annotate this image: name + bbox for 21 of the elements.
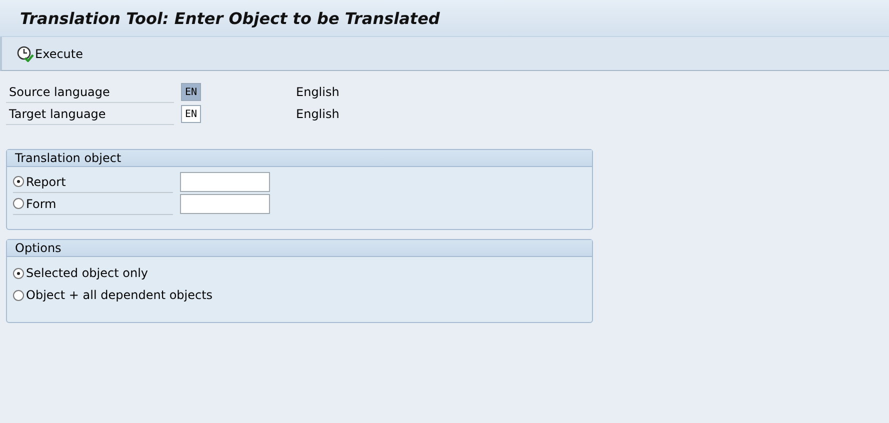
language-name: English	[296, 85, 340, 99]
language-name: English	[296, 107, 340, 121]
input-field[interactable]	[180, 194, 270, 214]
window-title: Translation Tool: Enter Object to be Translated	[20, 8, 440, 28]
field-label: Source language	[6, 82, 174, 102]
radio-option[interactable]: Selected object only	[13, 262, 148, 284]
radio-option[interactable]: Object + all dependent objects	[13, 284, 213, 306]
input-field[interactable]	[180, 172, 270, 192]
radio-button[interactable]	[13, 290, 24, 300]
radio-button[interactable]	[13, 176, 24, 187]
radio-option[interactable]: Report	[13, 172, 173, 192]
group-title: Options	[15, 241, 62, 255]
execute-button[interactable]: Execute	[14, 44, 86, 64]
radio-option[interactable]: Form	[13, 194, 173, 214]
radio-button[interactable]	[13, 198, 24, 209]
group-title: Translation object	[15, 151, 122, 165]
field-label: Target language	[6, 104, 174, 124]
clock-check-icon	[17, 46, 34, 62]
language-field[interactable]: EN	[181, 83, 201, 101]
radio-button[interactable]	[13, 268, 24, 278]
language-field[interactable]: EN	[181, 105, 201, 123]
